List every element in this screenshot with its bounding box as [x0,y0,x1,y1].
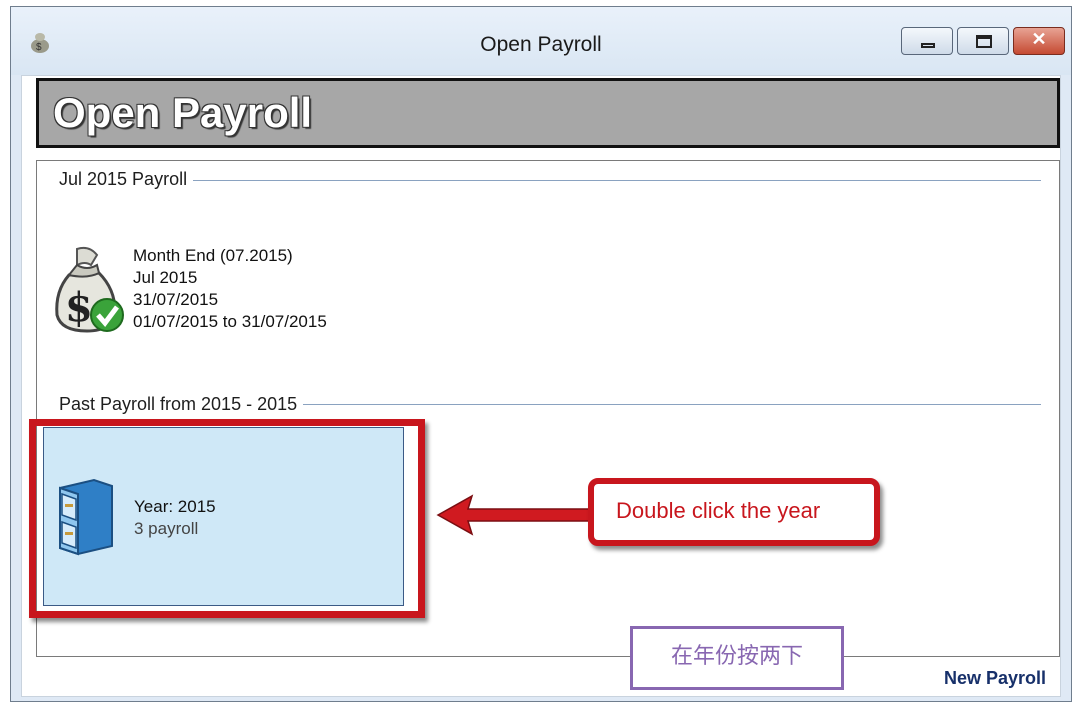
svg-text:$: $ [65,284,93,331]
content-area: Open Payroll Jul 2015 Payroll $ Month En… [21,75,1061,697]
current-payroll-details: Month End (07.2015) Jul 2015 31/07/2015 … [133,245,327,333]
open-payroll-window: $ Open Payroll ✕ Open Payroll Jul 2015 P… [10,6,1072,702]
highlight-box [29,419,425,618]
close-icon: ✕ [1031,29,1047,49]
chinese-note: 在年份按两下 [630,626,844,690]
close-button[interactable]: ✕ [1013,27,1065,55]
payroll-panel: Jul 2015 Payroll $ Month End (07.2015) J… [29,160,1060,657]
payroll-range: 01/07/2015 to 31/07/2015 [133,312,327,331]
payroll-period: Jul 2015 [133,268,198,287]
title-bar[interactable]: $ Open Payroll ✕ [11,7,1071,75]
page-title: Open Payroll [53,89,313,136]
new-payroll-link[interactable]: New Payroll [944,668,1046,689]
section-divider [67,180,1041,181]
instruction-callout: Double click the year [588,478,880,546]
maximize-icon [976,35,992,48]
maximize-button[interactable] [957,27,1009,55]
payroll-name: Month End (07.2015) [133,246,293,265]
arrow-icon [436,494,591,536]
past-payroll-heading: Past Payroll from 2015 - 2015 [59,394,304,415]
money-bag-check-icon: $ [55,246,124,333]
callout-text: Double click the year [616,498,821,523]
minimize-button[interactable] [901,27,953,55]
current-payroll-item[interactable]: $ Month End (07.2015) Jul 2015 31/07/201… [47,245,377,337]
payroll-date: 31/07/2015 [133,290,219,309]
current-payroll-heading: Jul 2015 Payroll [59,169,194,190]
header-banner: Open Payroll [36,78,1060,148]
minimize-icon [921,43,935,48]
